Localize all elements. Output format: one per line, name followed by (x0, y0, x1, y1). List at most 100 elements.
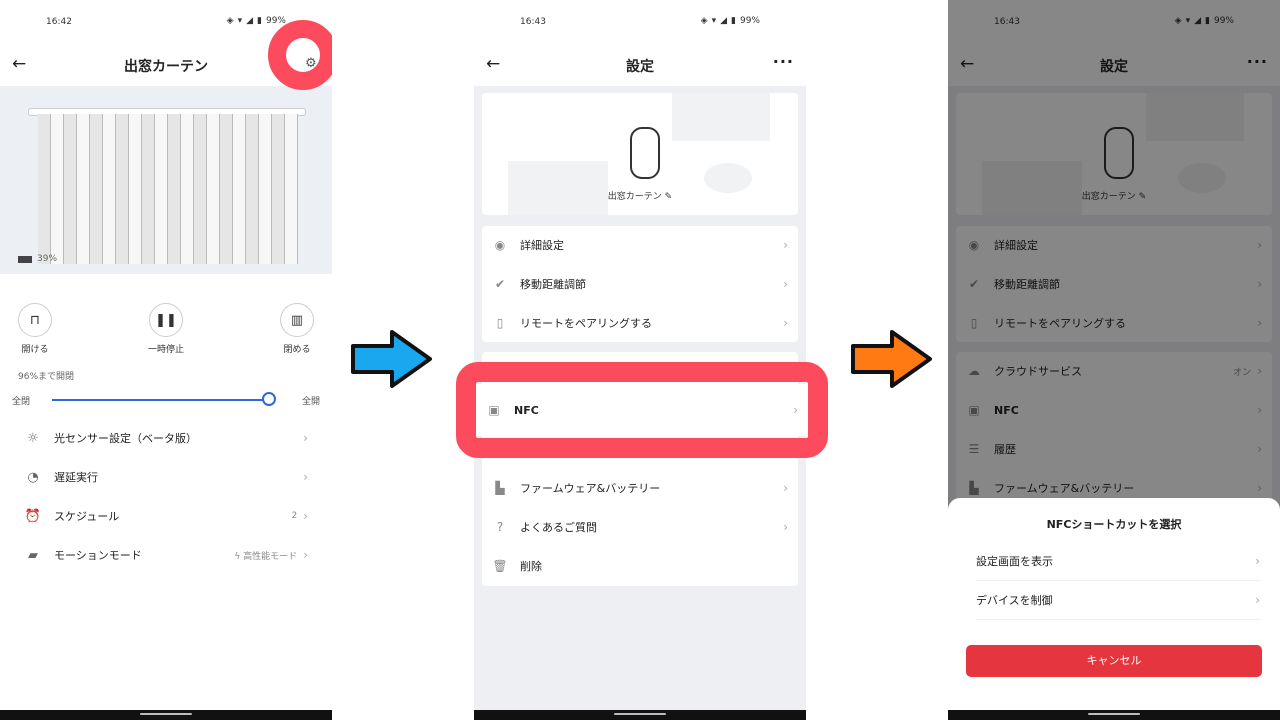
signal-icon: ◢ (720, 16, 728, 26)
top-nav: ← 設定 ··· (474, 44, 806, 86)
home-indicator[interactable] (614, 713, 666, 715)
row-label: 遅延実行 (54, 471, 98, 484)
firmware-icon: ▙ (495, 481, 505, 495)
battery-small-icon (18, 255, 32, 263)
close-label: 閉める (283, 345, 311, 355)
chevron-right-icon: › (1255, 554, 1260, 568)
motion-mode-row[interactable]: ▰ モーションモード ϟ 高性能モード › (0, 536, 332, 574)
nfc-icon: ▣ (488, 403, 500, 417)
home-indicator[interactable] (140, 713, 192, 715)
curtain-fabric (38, 114, 298, 264)
nfc-row[interactable]: ▣ NFC › (476, 384, 808, 436)
trash-icon: 🗑 (492, 559, 508, 573)
device-name[interactable]: 出窓カーテン ✎ (482, 189, 798, 202)
battery-level: 39% (18, 254, 57, 264)
slider-track[interactable] (52, 399, 272, 401)
battery-icon: ▮ (731, 16, 736, 26)
question-icon: ? (496, 520, 504, 534)
edit-icon[interactable]: ✎ (665, 192, 673, 202)
row-value: ϟ 高性能モード (234, 551, 298, 562)
lightning-icon: ϟ (234, 551, 244, 562)
settings-group-1: ◉ 詳細設定 › ✔ 移動距離調節 › ▯ リモートをペアリングする › (482, 226, 798, 342)
chevron-right-icon: › (303, 548, 308, 562)
battery-percent: 99% (739, 16, 760, 26)
chevron-right-icon: › (303, 509, 308, 523)
firmware-row[interactable]: ▙ ファームウェア&バッテリー › (482, 469, 798, 507)
system-nav-bar (948, 710, 1280, 720)
slider-knob[interactable] (262, 392, 276, 406)
chevron-right-icon: › (783, 238, 788, 252)
vibrate-icon: ◈ (700, 16, 708, 26)
settings-screen: 16:43 ◈ ▾ ◢ ▮ 99% ← 設定 ··· 出窓カーテン ✎ ◉ 詳細設… (474, 0, 806, 720)
battery-level-text: 39% (37, 254, 58, 264)
pause-icon: ❚❚ (149, 303, 183, 337)
arrow-right-orange-icon (851, 330, 932, 388)
curtain-control-screen: 16:42 ◈ ▾ ◢ ▮ 99% ← 出窓カーテン 39% ⚙ ⊓ 開ける ❚… (0, 0, 332, 720)
wifi-icon: ▾ (711, 16, 717, 26)
device-icon (630, 127, 660, 179)
position-slider[interactable]: 全閉 全開 (12, 392, 320, 407)
battery-percent: 99% (265, 16, 286, 26)
status-bar: 16:43 ◈ ▾ ◢ ▮ 99% (474, 0, 806, 44)
curtain-controls: ⊓ 開ける ❚❚ 一時停止 ▥ 閉める (0, 303, 332, 359)
chevron-right-icon: › (303, 470, 308, 484)
dot-icon: ◉ (494, 238, 506, 252)
system-nav-bar (0, 710, 332, 720)
alarm-icon: ⏰ (24, 508, 42, 524)
sheet-title: NFCショートカットを選択 (1046, 518, 1182, 531)
battery-icon: ▮ (257, 16, 262, 26)
control-device-option[interactable]: デバイスを制御 › (976, 581, 1260, 620)
device-header: 出窓カーテン ✎ (482, 93, 798, 215)
vibrate-icon: ◈ (226, 16, 234, 26)
travel-distance-row[interactable]: ✔ 移動距離調節 › (482, 265, 798, 303)
chevron-right-icon: › (1255, 593, 1260, 607)
close-button[interactable]: ▥ 閉める (267, 303, 327, 355)
timer-icon: ◔ (27, 469, 39, 485)
wifi-icon: ▾ (237, 16, 243, 26)
pause-button[interactable]: ❚❚ 一時停止 (136, 303, 196, 355)
chevron-right-icon: › (303, 431, 308, 445)
light-sensor-row[interactable]: ☼ 光センサー設定（ベータ版） › (0, 419, 332, 457)
home-indicator[interactable] (1088, 713, 1140, 715)
advanced-settings-row[interactable]: ◉ 詳細設定 › (482, 226, 798, 264)
open-label: 開ける (21, 345, 49, 355)
gear-icon[interactable]: ⚙ (305, 56, 317, 71)
nfc-shortcut-screen: 16:43 ◈ ▾ ◢ ▮ 99% ← 設定 ··· 出窓カーテン ✎ ◉ 詳細設… (948, 0, 1280, 720)
pair-remote-row[interactable]: ▯ リモートをペアリングする › (482, 304, 798, 342)
more-options-icon[interactable]: ··· (773, 52, 794, 71)
open-button[interactable]: ⊓ 開ける (5, 303, 65, 355)
faq-row[interactable]: ? よくあるご質問 › (482, 508, 798, 546)
signal-icon: ◢ (246, 16, 254, 26)
row-label: 光センサー設定（ベータ版） (54, 432, 197, 445)
chevron-right-icon: › (793, 403, 798, 417)
curtain-open-icon: ⊓ (18, 303, 52, 337)
system-nav-bar (474, 710, 806, 720)
status-time: 16:43 (520, 17, 546, 27)
pause-label: 一時停止 (147, 345, 184, 355)
chevron-right-icon: › (783, 481, 788, 495)
motion-icon: ▰ (28, 547, 38, 563)
arrow-right-blue-icon (351, 330, 432, 388)
page-title: 設定 (626, 59, 654, 75)
schedule-row[interactable]: ⏰ スケジュール 2 › (0, 497, 332, 535)
check-icon: ✔ (494, 277, 506, 291)
cancel-button[interactable]: キャンセル (966, 645, 1262, 677)
chevron-right-icon: › (783, 277, 788, 291)
remote-icon: ▯ (496, 316, 504, 330)
show-settings-option[interactable]: 設定画面を表示 › (976, 542, 1260, 581)
row-label: モーションモード (54, 549, 142, 562)
row-value: 2 (291, 511, 298, 521)
curtain-close-icon: ▥ (280, 303, 314, 337)
curtain-illustration: 39% (0, 86, 332, 274)
open-percent-text: 96%まで開閉 (18, 372, 75, 382)
delay-row[interactable]: ◔ 遅延実行 › (0, 458, 332, 496)
slider-min-label: 全閉 (12, 397, 31, 407)
status-time: 16:42 (46, 17, 72, 27)
highlight-circle (268, 20, 332, 90)
chevron-right-icon: › (783, 520, 788, 534)
nfc-shortcut-sheet: NFCショートカットを選択 設定画面を表示 › デバイスを制御 › キャンセル (948, 498, 1280, 720)
chevron-right-icon: › (783, 316, 788, 330)
delete-row[interactable]: 🗑 削除 (482, 547, 798, 585)
slider-max-label: 全開 (301, 397, 320, 407)
row-label: スケジュール (54, 510, 120, 523)
